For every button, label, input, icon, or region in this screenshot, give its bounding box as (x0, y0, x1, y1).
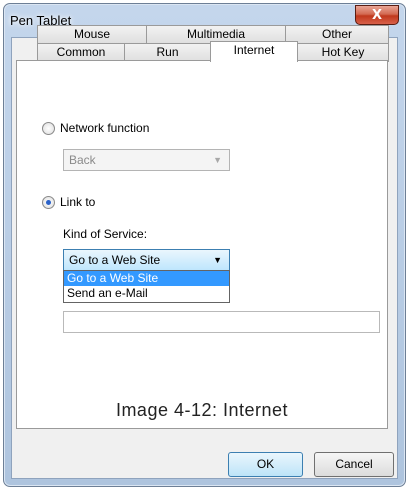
chevron-down-icon: ▼ (213, 255, 222, 265)
ok-button[interactable]: OK (228, 452, 303, 477)
network-function-radio[interactable] (42, 122, 55, 135)
link-to-radio[interactable] (42, 196, 55, 209)
network-function-label: Network function (60, 121, 150, 135)
dropdown-option-web-site[interactable]: Go to a Web Site (64, 271, 229, 286)
kind-of-service-label: Kind of Service: (63, 227, 148, 241)
service-dropdown-list: Go to a Web Site Send an e-Mail (63, 270, 230, 303)
cancel-button[interactable]: Cancel (314, 452, 394, 477)
chevron-down-icon: ▼ (213, 155, 222, 165)
url-input[interactable] (63, 311, 380, 333)
network-function-combo: Back ▼ (63, 149, 230, 171)
network-combo-value: Back (69, 153, 96, 167)
service-combo[interactable]: Go to a Web Site ▼ (63, 249, 230, 271)
link-to-label: Link to (60, 195, 96, 209)
tab-internet[interactable]: Internet (210, 41, 298, 62)
internet-tab-panel: Network function Back ▼ Link to Kind of … (16, 60, 388, 429)
service-combo-value: Go to a Web Site (69, 253, 161, 267)
figure-caption: Image 4-12: Internet (115, 400, 289, 420)
tab-mouse[interactable]: Mouse (37, 25, 147, 44)
dropdown-option-email[interactable]: Send an e-Mail (64, 286, 229, 301)
tab-other[interactable]: Other (285, 25, 389, 44)
close-icon: X (371, 8, 383, 23)
close-button[interactable]: X (355, 5, 399, 25)
